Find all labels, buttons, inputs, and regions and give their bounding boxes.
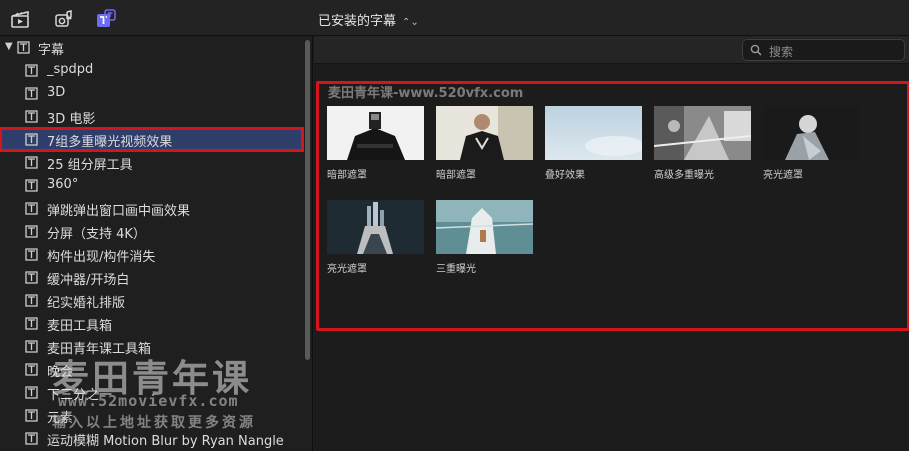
sidebar-item-label: 运动模糊 Motion Blur by Ryan Nangle (47, 434, 284, 449)
title-template-icon (25, 340, 38, 353)
browser-title-dropdown[interactable]: 已安装的字幕 ⌃⌄ (318, 10, 419, 29)
title-template-tile[interactable]: 亮光遮罩 (763, 106, 860, 181)
sidebar-item-label: 25 组分屏工具 (47, 158, 133, 173)
tile-label: 暗部遮罩 (436, 170, 476, 181)
title-template-tile[interactable]: 三重曝光 (436, 200, 533, 275)
sidebar-item[interactable]: 3D (0, 82, 303, 105)
title-template-icon (25, 386, 38, 399)
tile-label: 暗部遮罩 (327, 170, 367, 181)
sidebar-item-label: 构件出现/构件消失 (47, 250, 156, 265)
sidebar-item-label: 360° (47, 177, 79, 192)
search-icon (750, 44, 762, 56)
search-placeholder: 搜索 (769, 45, 794, 59)
sidebar-item-label: 缓冲器/开场白 (47, 273, 130, 288)
browser-toolbar: 已安装的字幕 ⌃⌄ (0, 0, 909, 36)
title-template-icon (25, 294, 38, 307)
title-template-tile[interactable]: 叠好效果 (545, 106, 642, 181)
sidebar-item[interactable]: 3D 电影 (0, 105, 303, 128)
title-template-icon (25, 133, 38, 146)
sidebar-item[interactable]: 缓冲器/开场白 (0, 266, 303, 289)
thumbnail-image[interactable] (436, 200, 533, 254)
titles-icon[interactable] (96, 9, 116, 29)
sidebar-item-label: _spdpd (47, 62, 94, 77)
thumbnail-image[interactable] (545, 106, 642, 160)
titles-sidebar: ▼ 字幕 _spdpd 3D 3D 电影 7组多重曝光视频效果 25 组分屏工具 360°… (0, 36, 313, 451)
title-template-icon (25, 179, 38, 192)
title-template-tile[interactable]: 暗部遮罩 (436, 106, 533, 181)
search-bar: 搜索 (314, 36, 909, 64)
watermark-url: www.52movievfx.com (58, 392, 239, 410)
browser-title-label: 已安装的字幕 (318, 14, 397, 29)
title-template-icon (25, 156, 38, 169)
title-template-icon (25, 202, 38, 215)
chevron-updown-icon: ⌃⌄ (402, 17, 419, 28)
title-template-icon (25, 271, 38, 284)
sidebar-item-label: 纪实婚礼排版 (47, 296, 126, 311)
thumbnail-image[interactable] (327, 200, 424, 254)
thumbnail-image[interactable] (763, 106, 860, 160)
sidebar-scrollbar[interactable] (305, 40, 310, 360)
title-template-icon (25, 225, 38, 238)
sidebar-item-label: 麦田工具箱 (47, 319, 113, 334)
watermark-subtitle: 输入以上地址获取更多资源 (52, 415, 256, 431)
title-template-icon (25, 64, 38, 77)
sidebar-item-label: 弹跳弹出窗口画中画效果 (47, 204, 191, 219)
thumbnail-image[interactable] (436, 106, 533, 160)
music-photos-icon[interactable] (53, 9, 73, 29)
disclosure-triangle-icon[interactable]: ▼ (5, 41, 13, 52)
sidebar-item[interactable]: 7组多重曝光视频效果 (0, 127, 304, 152)
tile-label: 亮光遮罩 (327, 264, 367, 275)
sidebar-item[interactable]: 纪实婚礼排版 (0, 289, 303, 312)
sidebar-item[interactable]: 360° (0, 174, 303, 197)
title-template-icon (25, 87, 38, 100)
clapperboard-icon[interactable] (10, 9, 30, 29)
sidebar-item-label: 7组多重曝光视频效果 (47, 135, 173, 150)
tile-label: 叠好效果 (545, 170, 585, 181)
title-template-icon (25, 110, 38, 123)
sidebar-item[interactable]: 构件出现/构件消失 (0, 243, 303, 266)
title-template-tile[interactable]: 暗部遮罩 (327, 106, 424, 181)
thumbnail-image[interactable] (327, 106, 424, 160)
title-template-icon (25, 317, 38, 330)
sidebar-item-label: 分屏（支持 4K） (47, 227, 146, 242)
tile-label: 亮光遮罩 (763, 170, 803, 181)
sidebar-item[interactable]: 25 组分屏工具 (0, 151, 303, 174)
sidebar-root-label: 字幕 (38, 43, 65, 58)
sidebar-item[interactable]: 麦田工具箱 (0, 312, 303, 335)
group-title: 麦田青年课-www.520vfx.com (328, 86, 524, 101)
title-template-icon (25, 248, 38, 261)
titles-browser-content: 搜索 麦田青年课-www.520vfx.com 暗部遮罩 暗部遮罩 叠好效果 高级多重… (314, 36, 909, 451)
sidebar-root-titles[interactable]: ▼ 字幕 (0, 36, 303, 59)
title-template-icon (25, 409, 38, 422)
sidebar-item[interactable]: 弹跳弹出窗口画中画效果 (0, 197, 303, 220)
title-template-tile[interactable]: 亮光遮罩 (327, 200, 424, 275)
sidebar-item[interactable]: _spdpd (0, 59, 303, 82)
sidebar-item[interactable]: 分屏（支持 4K） (0, 220, 303, 243)
title-template-icon (25, 363, 38, 376)
title-template-tile[interactable]: 高级多重曝光 (654, 106, 751, 181)
title-folder-icon (17, 41, 30, 54)
title-template-icon (25, 432, 38, 445)
search-field[interactable]: 搜索 (742, 39, 905, 61)
sidebar-item-label: 3D (47, 85, 66, 100)
sidebar-item-label: 3D 电影 (47, 112, 96, 127)
thumbnail-image[interactable] (654, 106, 751, 160)
tile-label: 三重曝光 (436, 264, 476, 275)
tile-label: 高级多重曝光 (654, 170, 714, 181)
